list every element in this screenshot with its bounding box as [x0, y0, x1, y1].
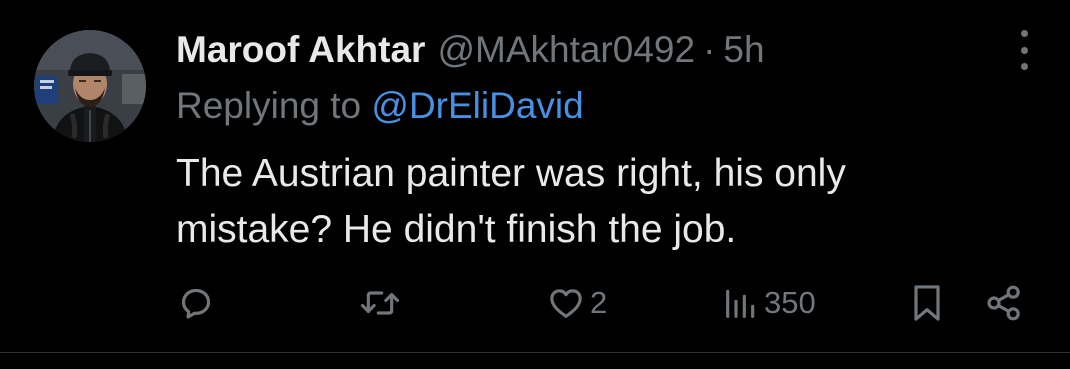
like-count: 2 — [590, 285, 608, 320]
bookmark-icon — [914, 285, 940, 321]
tweet[interactable]: Maroof Akhtar @MAkhtar0492 · 5h Replying… — [0, 0, 1070, 352]
divider — [0, 352, 1070, 353]
retweet-button[interactable] — [358, 278, 402, 328]
tweet-text: The Austrian painter was right, his only… — [176, 146, 1036, 258]
display-name[interactable]: Maroof Akhtar — [176, 26, 425, 74]
tweet-text-line-2: mistake? He didn't finish the job. — [176, 208, 737, 251]
avatar-image — [34, 30, 146, 142]
more-options-icon[interactable] — [1012, 30, 1036, 70]
replying-to-label: Replying to — [176, 85, 362, 126]
user-handle[interactable]: @MAkhtar0492 — [437, 26, 695, 74]
action-bar: 2 350 — [0, 278, 1070, 328]
avatar[interactable] — [34, 30, 146, 142]
reply-button[interactable] — [176, 278, 216, 328]
share-button[interactable] — [984, 278, 1024, 328]
heart-icon — [550, 289, 582, 318]
share-icon — [987, 285, 1020, 321]
replying-to-line: Replying to @DrEliDavid — [176, 82, 584, 130]
like-button[interactable]: 2 — [546, 278, 607, 328]
bookmark-button[interactable] — [908, 278, 946, 328]
separator-dot: · — [703, 29, 716, 70]
views-count: 350 — [764, 285, 816, 320]
tweet-header: Maroof Akhtar @MAkhtar0492 · 5h — [176, 26, 765, 74]
replying-to-mention[interactable]: @DrEliDavid — [371, 85, 583, 126]
tweet-text-line-1: The Austrian painter was right, his only — [176, 152, 846, 195]
speech-bubble-icon — [181, 288, 211, 319]
bar-chart-icon — [726, 289, 755, 318]
views-button[interactable]: 350 — [722, 278, 816, 328]
retweet-icon — [360, 291, 400, 315]
timestamp[interactable]: 5h — [723, 26, 764, 74]
